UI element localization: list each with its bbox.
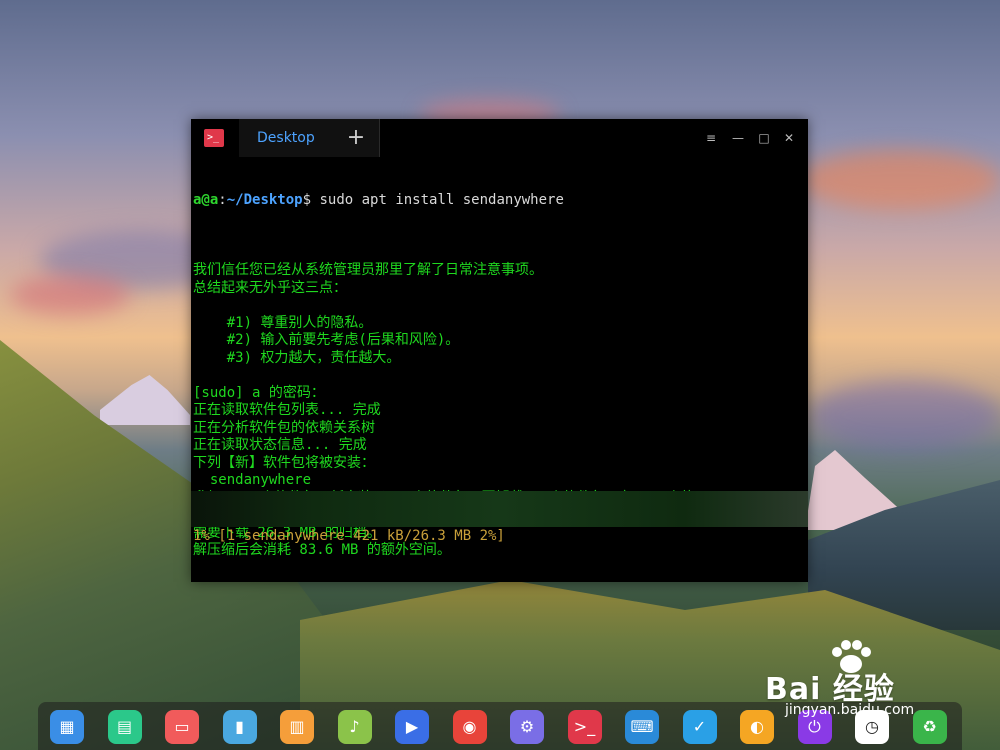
prompt-line: a@a:~/Desktop$ sudo apt install sendanyw… <box>193 192 805 210</box>
output-line: #1) 尊重别人的隐私。 <box>193 314 373 331</box>
menu-icon: ≡ <box>705 131 717 145</box>
snow-peak <box>100 375 190 425</box>
shortcut-icon[interactable]: ◐ <box>740 710 774 744</box>
system-monitor-icon[interactable]: ✓ <box>682 710 717 744</box>
video-icon[interactable]: ▶ <box>395 710 429 744</box>
download-status: 1% [1 sendanywhere 421 kB/26.3 MB 2%] <box>193 528 505 544</box>
output-line: 总结起来无外乎这三点： <box>193 279 347 296</box>
output-line: 正在分析软件包的依赖关系树 <box>193 419 375 436</box>
browser-icon[interactable]: ◉ <box>452 710 487 744</box>
close-icon: ✕ <box>783 131 795 145</box>
download-progress-bar <box>191 491 808 527</box>
plus-icon: + <box>346 125 366 150</box>
watermark-url: jingyan.baidu.com <box>785 702 915 718</box>
paw-logo-icon <box>832 640 871 673</box>
music-icon[interactable]: ♪ <box>337 710 372 744</box>
cloud <box>800 150 1000 210</box>
trash-icon[interactable]: ♻ <box>912 710 947 744</box>
close-button[interactable]: ✕ <box>780 129 798 147</box>
output-line: 正在读取软件包列表... 完成 <box>193 402 381 418</box>
launcher-icon[interactable]: ▦ <box>50 710 84 744</box>
prompt-colon: : <box>218 192 227 208</box>
title-bar[interactable]: >_ Desktop + ≡ — □ ✕ <box>191 119 808 157</box>
minimize-button[interactable]: — <box>729 129 747 147</box>
output-line: #2) 输入前要先考虑(后果和风险)。 <box>193 332 460 348</box>
tab-label: Desktop <box>257 130 315 146</box>
command-text: sudo apt install sendanywhere <box>311 192 564 208</box>
output-line: 正在读取状态信息... 完成 <box>193 437 367 453</box>
minimize-icon: — <box>732 131 744 145</box>
output-line: sendanywhere <box>193 472 312 488</box>
cloud <box>10 275 130 315</box>
prompt-user: a@a <box>193 192 219 208</box>
prompt-path: ~/Desktop <box>226 192 303 208</box>
output-line: 我们信任您已经从系统管理员那里了解了日常注意事项。 <box>193 262 543 278</box>
archive-icon[interactable]: ▮ <box>222 710 257 744</box>
terminal-icon[interactable]: >_ <box>567 710 602 744</box>
maximize-icon: □ <box>758 131 770 145</box>
prompt-dollar: $ <box>302 192 312 208</box>
screen-recorder-icon[interactable]: ▭ <box>165 710 199 744</box>
tab-separator <box>379 119 380 157</box>
menu-button[interactable]: ≡ <box>702 129 720 147</box>
output-line: [sudo] a 的密码： <box>193 384 325 401</box>
terminal-app-icon: >_ <box>204 129 224 147</box>
cloud <box>810 380 1000 450</box>
output-line: 下列【新】软件包将被安装： <box>193 454 375 471</box>
file-manager-icon[interactable]: ▤ <box>107 710 142 744</box>
settings-icon[interactable]: ⚙ <box>510 710 544 744</box>
watermark: Bai 经验 jingyan.baidu.com <box>765 640 914 718</box>
output-line: #3) 权力越大，责任越大。 <box>193 349 401 366</box>
maximize-button[interactable]: □ <box>755 129 773 147</box>
add-tab-button[interactable]: + <box>341 123 371 153</box>
input-method-icon[interactable]: ⌨ <box>625 710 659 744</box>
terminal-window[interactable]: >_ Desktop + ≡ — □ ✕ a@a:~/Desktop$ sudo… <box>191 119 808 582</box>
app-store-icon[interactable]: ▥ <box>280 710 314 744</box>
